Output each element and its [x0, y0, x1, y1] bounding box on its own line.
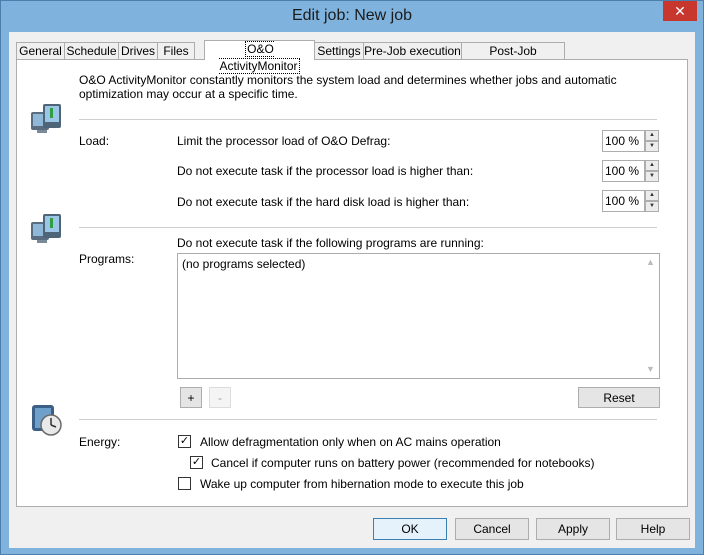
energy-section-label: Energy:: [79, 435, 121, 449]
clock-battery-icon: [32, 405, 62, 436]
tab-drives[interactable]: Drives: [118, 42, 158, 59]
processor-threshold-spinner[interactable]: 100 % ▲ ▼: [602, 160, 660, 182]
reset-button[interactable]: Reset: [578, 387, 660, 408]
scroll-down-icon[interactable]: ▼: [642, 361, 659, 378]
list-item[interactable]: (no programs selected): [182, 257, 305, 271]
spin-down-icon[interactable]: ▼: [645, 141, 659, 152]
remove-program-button[interactable]: -: [209, 387, 231, 408]
spin-up-icon[interactable]: ▲: [645, 160, 659, 171]
programs-section-label: Programs:: [79, 252, 135, 266]
tab-settings[interactable]: Settings: [314, 42, 364, 59]
dialog-window: Edit job: New job ✕ General Schedule Dri…: [0, 0, 704, 555]
programs-list[interactable]: (no programs selected) ▲ ▼: [177, 253, 660, 379]
section-divider: [79, 227, 657, 228]
tab-files[interactable]: Files: [157, 42, 195, 59]
section-divider: [79, 119, 657, 120]
add-program-button[interactable]: +: [180, 387, 202, 408]
disk-threshold-value[interactable]: 100 %: [602, 190, 645, 212]
title-bar[interactable]: Edit job: New job ✕: [1, 1, 703, 33]
processor-limit-spinner[interactable]: 100 % ▲ ▼: [602, 130, 660, 152]
tab-post-job-execution[interactable]: Post-Job execution: [461, 42, 565, 75]
battery-cancel-checkbox[interactable]: ✓: [190, 456, 203, 469]
scroll-up-icon[interactable]: ▲: [642, 254, 659, 271]
processor-limit-value[interactable]: 100 %: [602, 130, 645, 152]
help-button[interactable]: Help: [616, 518, 690, 540]
processor-limit-label: Limit the processor load of O&O Defrag:: [177, 134, 391, 148]
tab-activitymonitor[interactable]: O&O ActivityMonitor: [204, 40, 315, 74]
spin-down-icon[interactable]: ▼: [645, 171, 659, 182]
dialog-client: General Schedule Drives Files O&O Activi…: [9, 32, 695, 548]
close-button[interactable]: ✕: [663, 1, 697, 21]
apply-button[interactable]: Apply: [536, 518, 610, 540]
processor-threshold-label: Do not execute task if the processor loa…: [177, 164, 474, 178]
ac-only-checkbox[interactable]: ✓: [178, 435, 191, 448]
spin-up-icon[interactable]: ▲: [645, 190, 659, 201]
programs-caption: Do not execute task if the following pro…: [177, 236, 484, 250]
spin-up-icon[interactable]: ▲: [645, 130, 659, 141]
window-title: Edit job: New job: [291, 7, 413, 24]
tab-general[interactable]: General: [16, 42, 65, 59]
disk-threshold-label: Do not execute task if the hard disk loa…: [177, 195, 470, 209]
tab-pre-job-execution[interactable]: Pre-Job execution: [363, 42, 462, 59]
processor-threshold-value[interactable]: 100 %: [602, 160, 645, 182]
wake-hibernation-label[interactable]: Wake up computer from hibernation mode t…: [200, 477, 524, 491]
intro-text: O&O ActivityMonitor constantly monitors …: [79, 73, 617, 101]
ac-only-label[interactable]: Allow defragmentation only when on AC ma…: [200, 435, 501, 449]
computer-monitor-icon: [31, 104, 61, 133]
spin-down-icon[interactable]: ▼: [645, 201, 659, 212]
tab-schedule[interactable]: Schedule: [64, 42, 119, 59]
scrollbar[interactable]: ▲ ▼: [642, 254, 659, 378]
cancel-button[interactable]: Cancel: [455, 518, 529, 540]
computer-monitor-icon: [31, 214, 61, 243]
wake-hibernation-checkbox[interactable]: [178, 477, 191, 490]
disk-threshold-spinner[interactable]: 100 % ▲ ▼: [602, 190, 660, 212]
tab-panel-activitymonitor: O&O ActivityMonitor constantly monitors …: [16, 59, 688, 507]
battery-cancel-label[interactable]: Cancel if computer runs on battery power…: [211, 456, 595, 470]
close-icon: ✕: [674, 3, 686, 19]
load-section-label: Load:: [79, 134, 110, 148]
ok-button[interactable]: OK: [373, 518, 447, 540]
section-divider: [79, 419, 657, 420]
